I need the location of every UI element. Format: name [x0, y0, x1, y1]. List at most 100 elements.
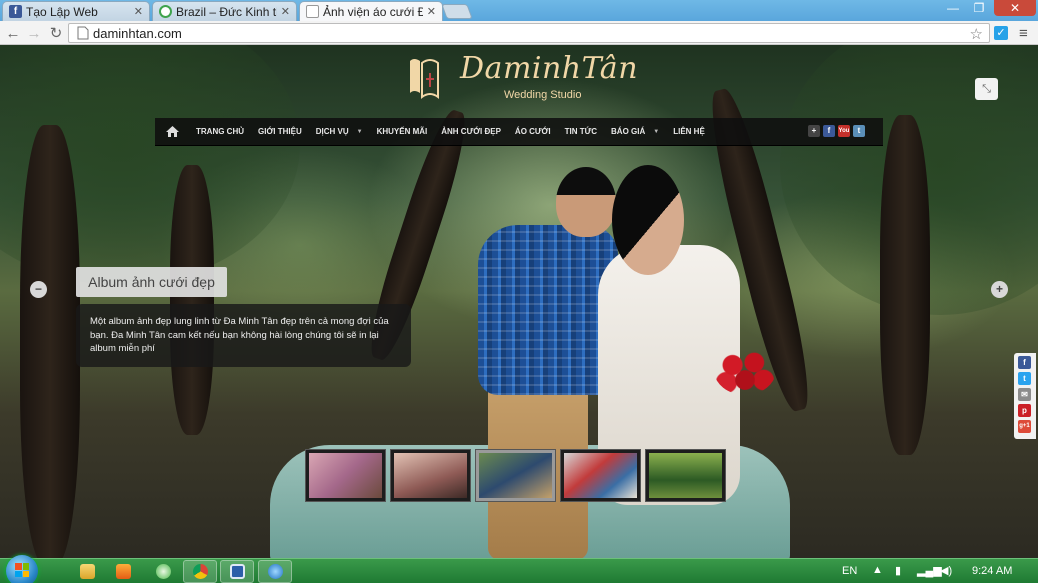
nav-ao-cuoi[interactable]: ÁO CƯỚI [508, 118, 558, 146]
reload-button[interactable]: ↻ [47, 24, 65, 42]
slide-prev-button[interactable]: − [30, 281, 47, 298]
clock-time[interactable]: 9:24 AM [972, 565, 1012, 577]
dropdown-caret-icon: ▼ [356, 128, 363, 135]
taskbar-window[interactable] [220, 560, 254, 583]
address-bar[interactable]: daminhtan.com ☆ [68, 23, 990, 43]
website-page: DaminhTân Wedding Studio ⤡ TRANG CHỦ GIỚ… [0, 45, 1038, 558]
groom-shape [556, 167, 616, 237]
nav-label: DỊCH VỤ [315, 127, 349, 136]
tree-trunk [880, 115, 930, 455]
share-bar: f t ✉ p g+1 [1014, 353, 1036, 439]
nav-tin-tuc[interactable]: TIN TỨC [558, 118, 604, 146]
forward-button[interactable]: → [25, 24, 43, 42]
tree-trunk [170, 165, 214, 435]
network-signal-icon[interactable]: ▂▄▆ [917, 564, 942, 577]
plus-icon[interactable]: + [808, 125, 820, 137]
minimize-button[interactable]: — [940, 0, 966, 16]
slide-thumbnails [306, 450, 725, 501]
twitter-icon[interactable]: t [853, 125, 865, 137]
nav-label: ẢNH CƯỚI ĐẸP [441, 127, 501, 136]
chrome-icon [192, 564, 208, 579]
bride-shape [612, 165, 684, 275]
nav-label: BÁO GIÁ [611, 127, 646, 136]
slide-caption-text: Một album ảnh đẹp lung linh từ Đa Minh T… [76, 304, 411, 367]
slide-next-button[interactable]: + [991, 281, 1008, 298]
google-plus-icon[interactable]: g+1 [1018, 420, 1031, 433]
nav-khuyen-mai[interactable]: KHUYẾN MÃI [370, 118, 435, 146]
fullscreen-button[interactable]: ⤡ [975, 78, 998, 100]
tab-brazil[interactable]: Brazil – Đức Kinh thiê ✕ [152, 1, 297, 21]
tab-label: Tạo Lập Web [26, 4, 98, 19]
app-icon [155, 564, 171, 579]
window-icon [229, 564, 245, 579]
taskbar-explorer[interactable] [70, 560, 104, 583]
social-links: + f You t [808, 125, 865, 137]
close-tab-icon[interactable]: ✕ [281, 5, 290, 18]
close-tab-icon[interactable]: ✕ [134, 5, 143, 18]
nav-label: KHUYẾN MÃI [376, 127, 428, 136]
maximize-button[interactable]: ❐ [966, 0, 992, 16]
nav-gioi-thieu[interactable]: GIỚI THIỆU [251, 118, 309, 146]
home-icon[interactable] [155, 118, 189, 146]
tab-anh-vien-ao-cuoi[interactable]: Ảnh viện áo cưới Đa ✕ [299, 1, 443, 21]
close-window-button[interactable]: ✕ [994, 0, 1036, 16]
youtube-icon[interactable]: You [838, 125, 850, 137]
tree-trunk [20, 125, 80, 558]
new-tab-button[interactable] [441, 4, 473, 19]
slide-thumbnail[interactable] [391, 450, 470, 501]
taskbar-chrome[interactable] [183, 560, 217, 583]
url-text: daminhtan.com [93, 25, 182, 41]
slide-thumbnail[interactable] [306, 450, 385, 501]
groom-shape [478, 225, 618, 395]
nav-bao-gia[interactable]: BÁO GIÁ ▼ [604, 118, 666, 146]
media-player-icon [115, 564, 131, 579]
nav-label: GIỚI THIỆU [258, 127, 302, 136]
facebook-icon: f [9, 5, 22, 18]
loading-icon [159, 5, 172, 18]
taskbar: EN ▲ ▮ ▂▄▆ ◀) 9:24 AM [0, 555, 1038, 583]
facebook-icon[interactable]: f [823, 125, 835, 137]
slide-caption-title: Album ảnh cưới đẹp [76, 267, 227, 297]
taskbar-network-app[interactable] [258, 560, 292, 583]
main-navigation: TRANG CHỦ GIỚI THIỆU DỊCH VỤ ▼ KHUYẾN MÃI… [155, 118, 883, 146]
email-icon[interactable]: ✉ [1018, 388, 1031, 401]
tab-label: Ảnh viện áo cưới Đa [323, 4, 423, 19]
logo-subtitle: Wedding Studio [504, 89, 582, 101]
volume-icon[interactable]: ◀) [940, 564, 952, 577]
slide-thumbnail[interactable] [646, 450, 725, 501]
browser-toolbar: ← → ↻ daminhtan.com ☆ [0, 21, 1038, 45]
nav-lien-he[interactable]: LIÊN HỆ [666, 118, 712, 146]
logo-name: DaminhTân [460, 51, 639, 86]
menu-icon[interactable]: ≡ [1019, 25, 1028, 42]
nav-dich-vu[interactable]: DỊCH VỤ ▼ [309, 118, 370, 146]
notification-icon[interactable]: ▮ [895, 564, 901, 577]
page-icon [306, 5, 319, 18]
nav-anh-cuoi-dep[interactable]: ẢNH CƯỚI ĐẸP [434, 118, 508, 146]
slide-thumbnail[interactable] [561, 450, 640, 501]
back-button[interactable]: ← [4, 24, 22, 42]
slide-thumbnail-active[interactable] [476, 450, 555, 501]
folder-icon [79, 564, 95, 579]
language-indicator[interactable]: EN [842, 565, 857, 577]
browser-titlebar: f Tạo Lập Web ✕ Brazil – Đức Kinh thiê ✕… [0, 0, 1038, 21]
site-logo[interactable]: DaminhTân Wedding Studio [404, 51, 639, 105]
facebook-icon[interactable]: f [1018, 356, 1031, 369]
twitter-icon[interactable]: t [1018, 372, 1031, 385]
windows-logo-icon [15, 563, 29, 577]
nav-label: ÁO CƯỚI [514, 127, 551, 136]
tab-tao-lap-web[interactable]: f Tạo Lập Web ✕ [2, 1, 150, 21]
logo-emblem-icon [410, 59, 439, 99]
nav-trang-chu[interactable]: TRANG CHỦ [189, 118, 251, 146]
tab-label: Brazil – Đức Kinh thiê [176, 4, 277, 19]
start-button[interactable] [6, 555, 38, 583]
pinterest-icon[interactable]: p [1018, 404, 1031, 417]
close-tab-icon[interactable]: ✕ [427, 5, 436, 18]
globe-icon [267, 564, 283, 579]
nav-label: TRANG CHỦ [196, 127, 244, 136]
show-hidden-icons-icon[interactable]: ▲ [872, 564, 883, 576]
taskbar-app[interactable] [146, 560, 180, 583]
extension-check-icon[interactable]: ✓ [994, 26, 1008, 40]
nav-label: TIN TỨC [564, 127, 598, 136]
bookmark-star-icon[interactable]: ☆ [970, 25, 983, 43]
taskbar-media-player[interactable] [106, 560, 140, 583]
